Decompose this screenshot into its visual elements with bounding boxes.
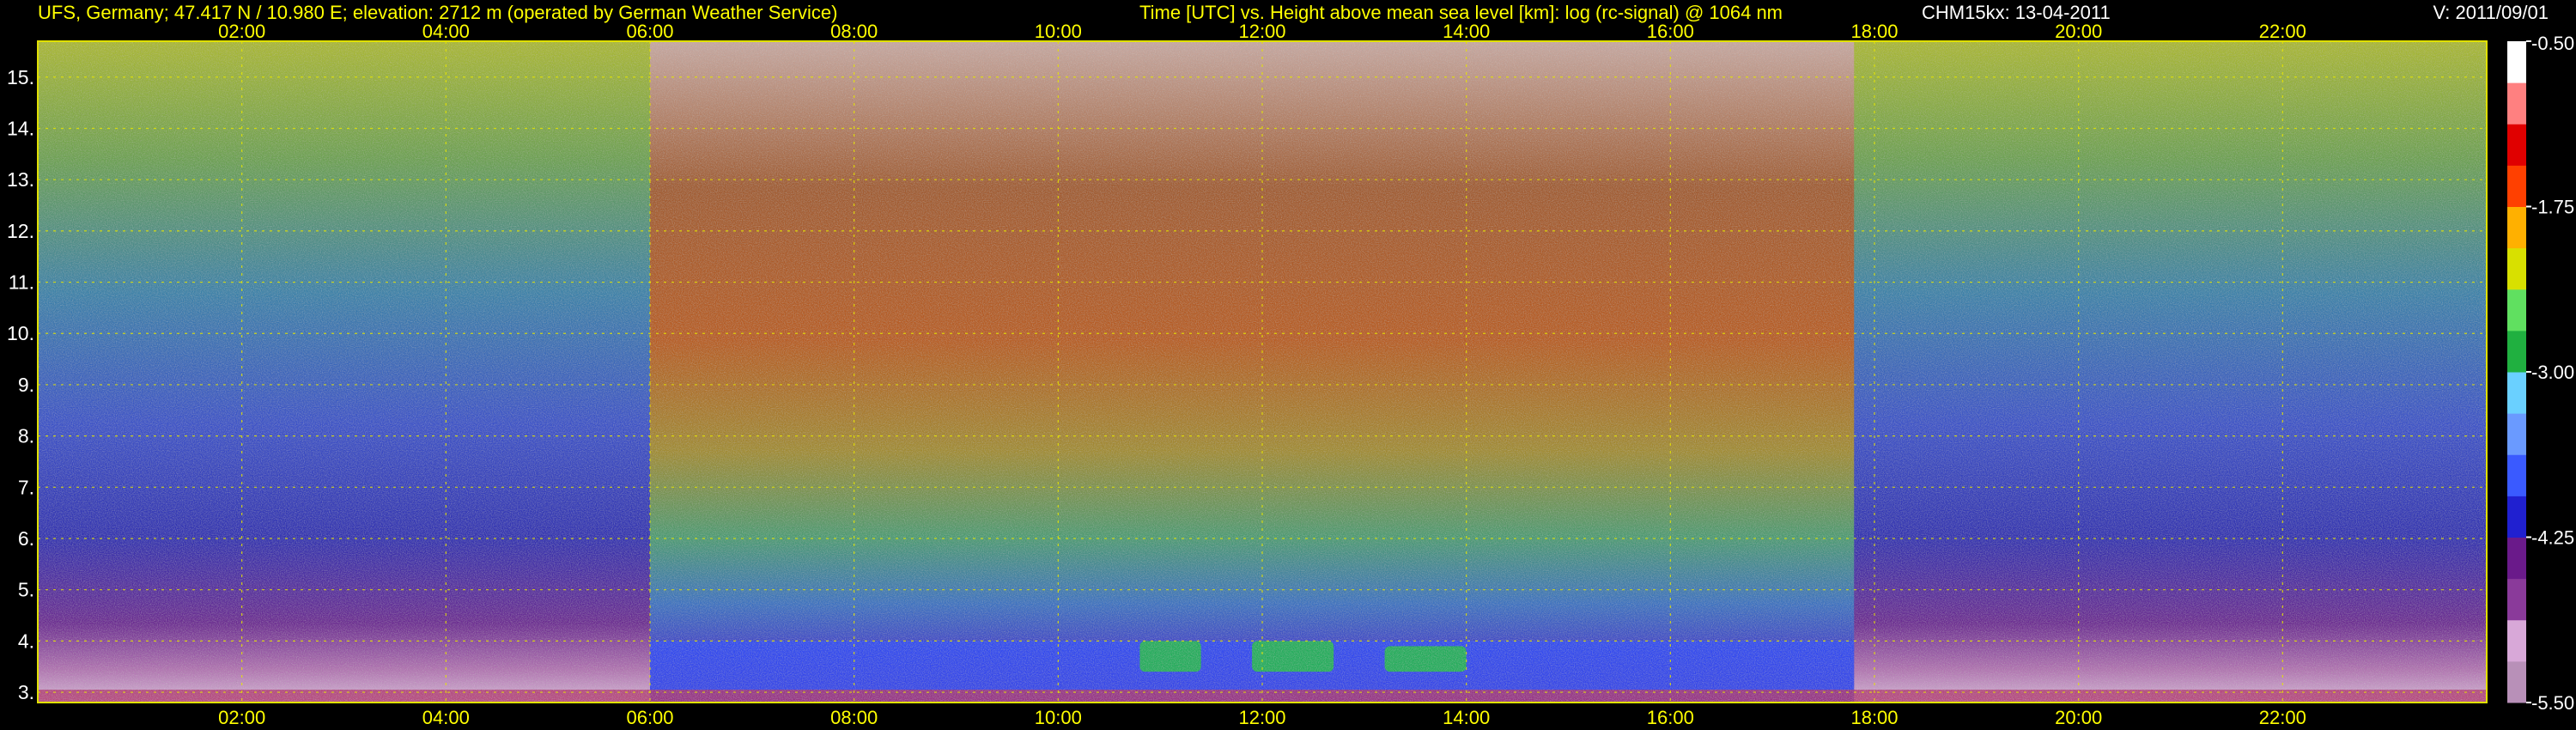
- x-tick-label-bottom: 18:00: [1850, 707, 1898, 728]
- colorbar: -0.50 -1.75 -3.00 -4.25 -5.50: [2507, 33, 2574, 714]
- x-tick-label-bottom: 22:00: [2259, 707, 2306, 728]
- x-tick-label-bottom: 16:00: [1647, 707, 1694, 728]
- colorbar-tick-label: -3.00: [2531, 362, 2574, 383]
- colorbar-swatch: [2507, 537, 2526, 580]
- y-tick-label: 7.: [18, 476, 34, 498]
- x-tick-label-bottom: 06:00: [626, 707, 673, 728]
- colorbar-swatch: [2507, 619, 2526, 662]
- y-tick-label: 5.: [18, 579, 34, 601]
- lidar-chart: UFS, Germany; 47.417 N / 10.980 E; eleva…: [7, 2, 2574, 728]
- y-tick-label: 15.: [7, 66, 34, 88]
- colorbar-swatch: [2507, 289, 2526, 332]
- plot-area: [37, 40, 2488, 703]
- colorbar-swatch: [2507, 454, 2526, 496]
- x-tick-label-top: 12:00: [1238, 21, 1285, 42]
- colorbar-tick-label: -4.25: [2531, 527, 2574, 549]
- x-tick-label-top: 20:00: [2055, 21, 2102, 42]
- x-tick-label-bottom: 02:00: [218, 707, 265, 728]
- version-label: V: 2011/09/01: [2433, 2, 2549, 23]
- colorbar-swatch: [2507, 496, 2526, 538]
- noise-texture: [38, 41, 2487, 703]
- x-tick-label-top: 06:00: [626, 21, 673, 42]
- y-tick-label: 11.: [9, 271, 34, 294]
- colorbar-swatch: [2507, 413, 2526, 455]
- y-tick-label: 10.: [7, 322, 34, 344]
- x-tick-label-bottom: 12:00: [1238, 707, 1285, 728]
- y-tick-label: 12.: [7, 220, 34, 242]
- colorbar-swatch: [2507, 206, 2526, 249]
- x-tick-label-bottom: 08:00: [830, 707, 878, 728]
- x-tick-label-top: 16:00: [1647, 21, 1694, 42]
- colorbar-swatch: [2507, 41, 2526, 83]
- x-tick-label-top: 18:00: [1850, 21, 1898, 42]
- x-tick-label-top: 10:00: [1035, 21, 1082, 42]
- x-tick-label-top: 14:00: [1443, 21, 1490, 42]
- x-axis-bottom: 02:00 04:00 06:00 08:00 10:00 12:00 14:00 16:00…: [218, 707, 2306, 728]
- x-tick-label-top: 22:00: [2259, 21, 2306, 42]
- colorbar-swatch: [2507, 247, 2526, 290]
- x-axis-top: 02:00 04:00 06:00 08:00 10:00 12:00 14:00 16:00…: [218, 21, 2306, 42]
- y-tick-label: 14.: [7, 117, 34, 139]
- x-tick-label-top: 02:00: [218, 21, 265, 42]
- colorbar-swatch: [2507, 82, 2526, 125]
- colorbar-tick-label: -1.75: [2531, 197, 2574, 218]
- colorbar-swatch: [2507, 330, 2526, 373]
- colorbar-swatch: [2507, 578, 2526, 621]
- y-tick-label: 3.: [18, 681, 34, 703]
- x-tick-label-bottom: 04:00: [422, 707, 470, 728]
- colorbar-tick-label: -5.50: [2531, 692, 2574, 714]
- y-tick-label: 6.: [18, 527, 34, 550]
- y-tick-label: 4.: [18, 630, 34, 652]
- x-tick-label-top: 08:00: [830, 21, 878, 42]
- y-tick-label: 13.: [7, 168, 34, 191]
- y-axis: 3. 4. 5. 6. 7. 8. 9. 10. 11. 12. 13. 14. 15.: [7, 66, 34, 703]
- y-tick-label: 8.: [18, 425, 34, 447]
- colorbar-tick-label: -0.50: [2531, 33, 2574, 54]
- colorbar-swatch: [2507, 124, 2526, 166]
- x-tick-label-bottom: 20:00: [2055, 707, 2102, 728]
- x-tick-label-bottom: 10:00: [1035, 707, 1082, 728]
- colorbar-swatch: [2507, 372, 2526, 414]
- x-tick-label-top: 04:00: [422, 21, 470, 42]
- y-tick-label: 9.: [18, 374, 34, 396]
- colorbar-swatch: [2507, 660, 2526, 703]
- colorbar-swatch: [2507, 165, 2526, 207]
- x-tick-label-bottom: 14:00: [1443, 707, 1490, 728]
